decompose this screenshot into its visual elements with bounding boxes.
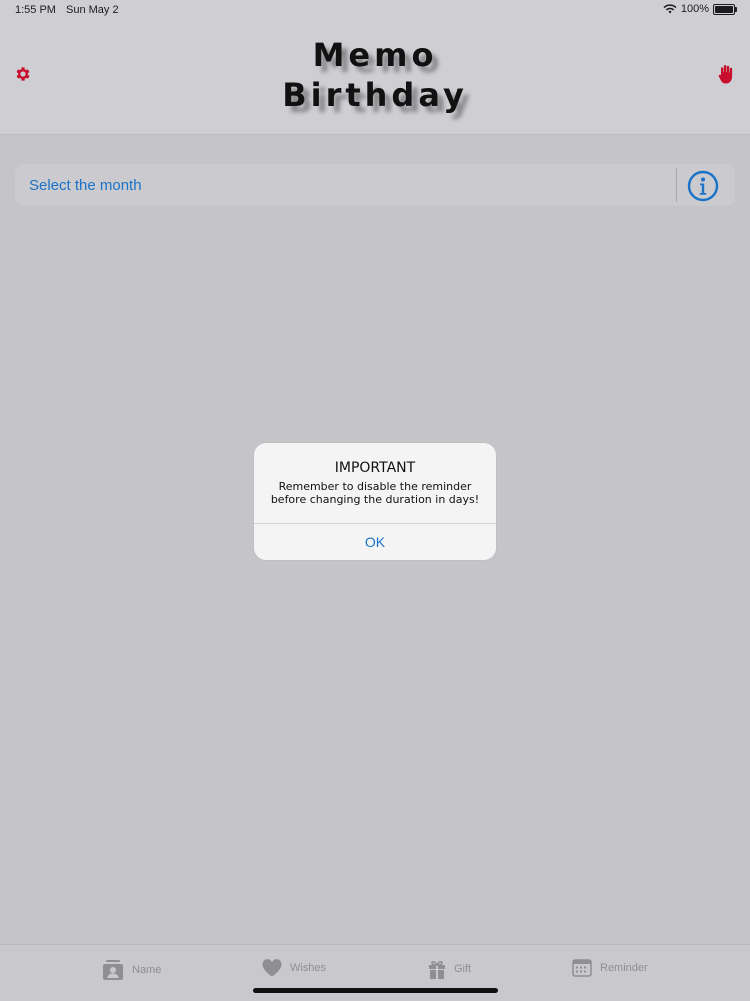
info-icon xyxy=(687,170,719,202)
battery-percent: 100% xyxy=(680,3,709,15)
tab-name-label: Name xyxy=(132,964,162,976)
month-selector[interactable]: Select the month xyxy=(15,164,735,206)
alert-dialog: IMPORTANT Remember to disable the remind… xyxy=(254,443,496,560)
tab-gift[interactable]: Gift xyxy=(428,959,471,979)
gear-icon xyxy=(16,67,30,81)
wifi-icon xyxy=(663,4,677,14)
info-button[interactable] xyxy=(687,170,719,202)
contact-card-icon xyxy=(103,960,123,980)
alert-ok-button[interactable]: OK xyxy=(254,524,496,560)
status-date: Sun May 2 xyxy=(66,4,119,16)
alert-message: Remember to disable the reminder before … xyxy=(270,480,480,506)
tab-wishes-label: Wishes xyxy=(290,962,327,974)
status-bar: 1:55 PM Sun May 2 100% xyxy=(0,0,750,22)
tab-gift-label: Gift xyxy=(454,963,472,975)
calendar-icon xyxy=(572,959,592,977)
alert-title: IMPORTANT xyxy=(334,460,416,476)
settings-button[interactable] xyxy=(11,62,35,86)
status-right: 100% xyxy=(663,3,737,15)
status-time: 1:55 PM xyxy=(15,4,56,16)
heart-icon xyxy=(262,959,282,977)
tab-name[interactable]: Name xyxy=(102,959,161,981)
tab-reminder[interactable]: Reminder xyxy=(572,959,648,977)
gift-icon xyxy=(429,960,445,979)
app-title-line2: Birthday xyxy=(282,76,468,114)
tab-reminder-label: Reminder xyxy=(600,962,648,974)
tab-wishes[interactable]: Wishes xyxy=(262,959,326,977)
stop-hand-button[interactable] xyxy=(714,62,738,86)
hand-icon xyxy=(718,65,733,84)
home-indicator[interactable] xyxy=(253,988,498,993)
app-title-line1: Memo xyxy=(312,36,438,74)
month-selector-label: Select the month xyxy=(29,177,142,194)
month-selector-divider xyxy=(676,168,677,202)
battery-icon xyxy=(713,3,737,15)
